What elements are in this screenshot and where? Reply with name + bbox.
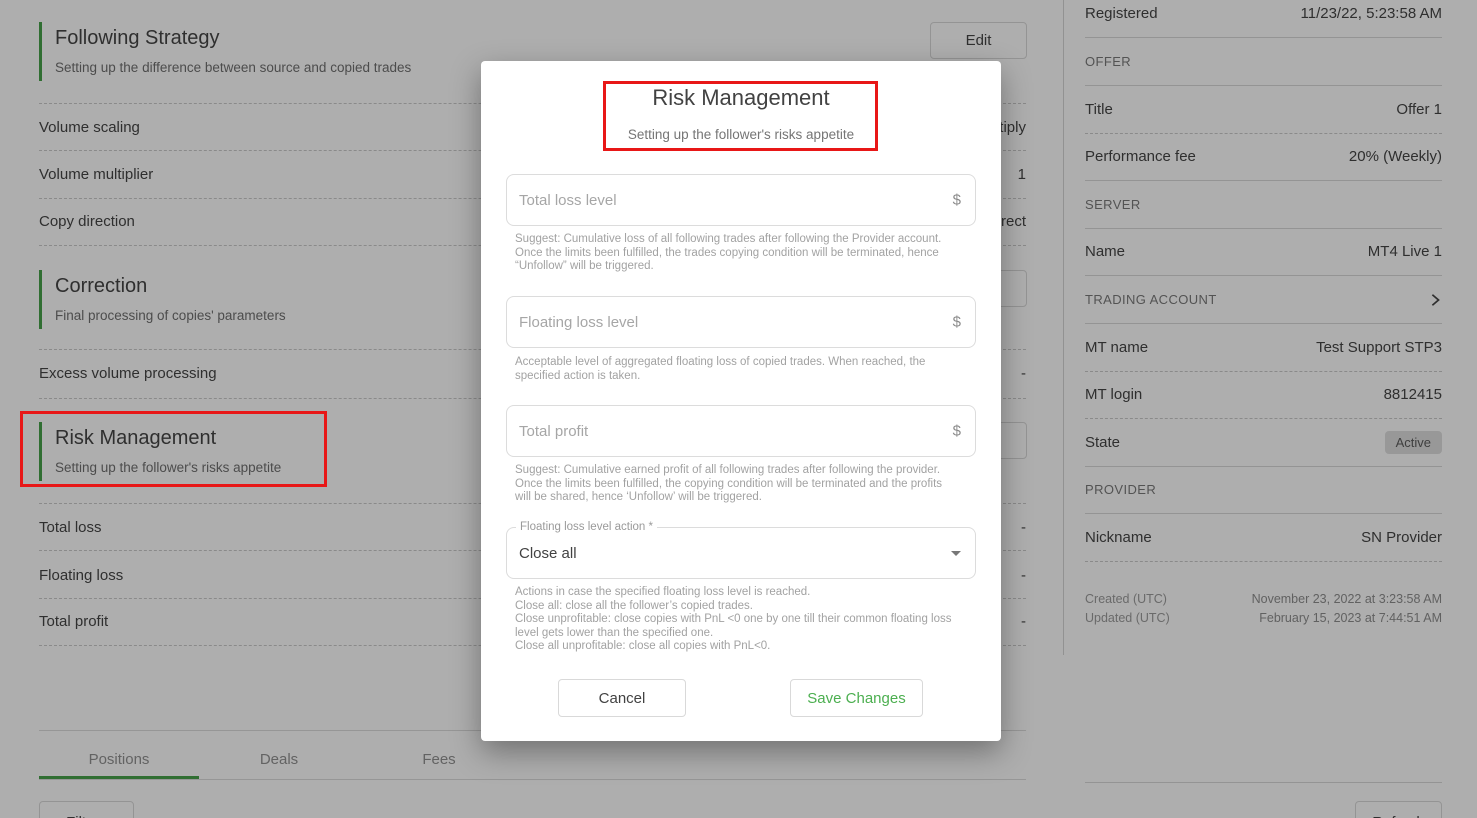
annotation-rect-dialog-title — [603, 81, 878, 151]
dropdown-arrow-icon — [951, 551, 961, 556]
total-profit-help-text: Suggest: Cumulative earned profit of all… — [515, 464, 955, 505]
currency-suffix: $ — [953, 314, 961, 331]
save-changes-button[interactable]: Save Changes — [790, 679, 923, 717]
currency-suffix: $ — [953, 423, 961, 440]
select-label: Floating loss level action * — [516, 521, 657, 533]
floating-loss-action-select[interactable]: Floating loss level action * Close all — [506, 527, 976, 579]
total-loss-level-input[interactable] — [506, 174, 976, 226]
floating-loss-level-field: $ — [506, 296, 976, 348]
floating-loss-action-help-text: Actions in case the specified floating l… — [515, 586, 955, 654]
total-loss-help-text: Suggest: Cumulative loss of all followin… — [515, 233, 955, 274]
floating-loss-level-input[interactable] — [506, 296, 976, 348]
select-value: Close all — [507, 545, 577, 562]
cancel-button[interactable]: Cancel — [558, 679, 686, 717]
currency-suffix: $ — [953, 192, 961, 209]
total-profit-field: $ — [506, 405, 976, 457]
total-loss-level-field: $ — [506, 174, 976, 226]
floating-loss-help-text: Acceptable level of aggregated floating … — [515, 356, 955, 383]
annotation-rect-risk-section — [20, 411, 327, 487]
copy-trading-settings-page: Following Strategy Setting up the differ… — [0, 0, 1477, 818]
risk-management-dialog: Risk Management Setting up the follower'… — [481, 61, 1001, 741]
total-profit-input[interactable] — [506, 405, 976, 457]
